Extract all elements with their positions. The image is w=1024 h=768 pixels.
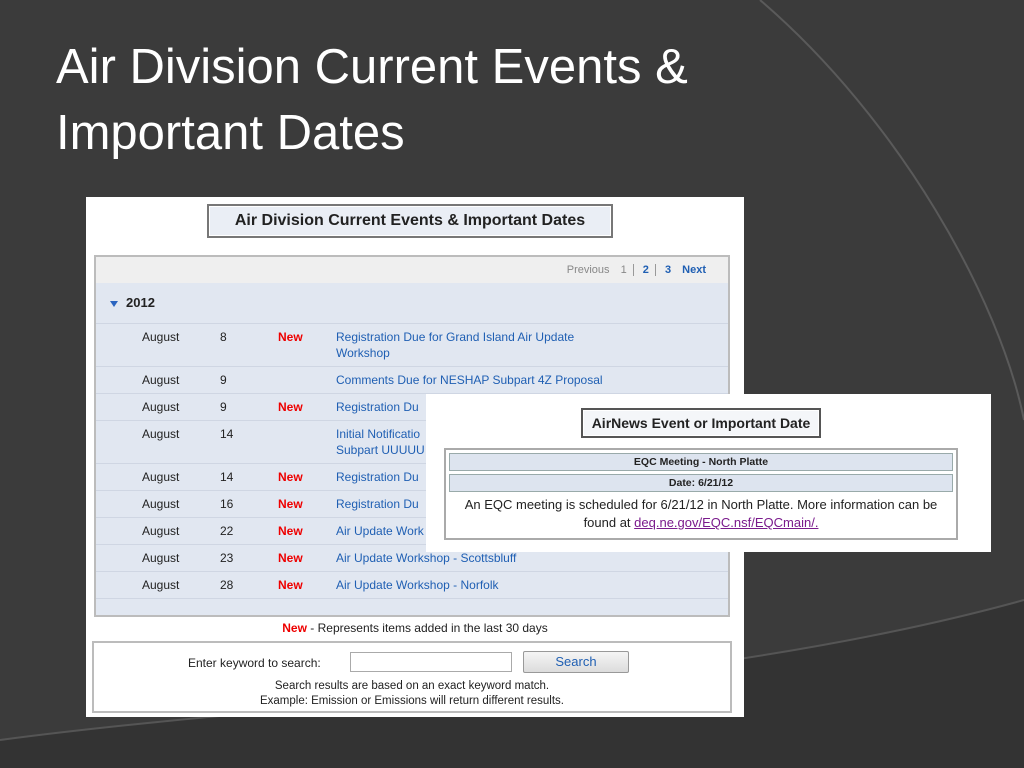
event-link[interactable]: Comments Due for NESHAP Subpart 4Z Propo…: [336, 372, 636, 388]
event-month: August: [142, 400, 180, 414]
new-badge: New: [278, 578, 303, 592]
event-month: August: [142, 524, 180, 538]
event-link[interactable]: Initial Notificatio Subpart UUUUU: [336, 426, 426, 458]
event-day: 22: [220, 524, 234, 538]
event-month: August: [142, 551, 180, 565]
search-note-line1: Search results are based on an exact key…: [274, 680, 550, 692]
event-detail-date: Date: 6/21/12: [449, 474, 953, 492]
event-detail-card: EQC Meeting - North Platte Date: 6/21/12…: [444, 448, 958, 540]
year-label: 2012: [126, 295, 155, 310]
event-link[interactable]: Air Update Workshop - Scottsbluff: [336, 550, 626, 566]
event-day: 23: [220, 551, 234, 565]
search-label: Enter keyword to search:: [188, 656, 321, 670]
event-month: August: [142, 330, 180, 344]
popup-header: AirNews Event or Important Date: [581, 408, 821, 438]
triangle-down-icon: [110, 300, 118, 307]
event-month: August: [142, 497, 180, 511]
slide-title-line1: Air Division Current Events &: [56, 40, 688, 94]
event-day: 9: [220, 400, 227, 414]
event-detail-body: An EQC meeting is scheduled for 6/21/12 …: [449, 496, 953, 532]
search-note: Search results are based on an exact key…: [94, 679, 730, 709]
event-day: 14: [220, 470, 234, 484]
new-badge: New: [278, 551, 303, 565]
slide-title: Air Division Current Events & Important …: [56, 34, 956, 166]
pagination-page-1: 1: [620, 264, 627, 276]
pagination: Previous 1 2 3 Next: [96, 257, 728, 283]
events-page-header: Air Division Current Events & Important …: [207, 204, 613, 238]
event-detail-popup: AirNews Event or Important Date EQC Meet…: [426, 394, 991, 552]
pagination-divider: [654, 264, 656, 277]
event-row: August 8 New Registration Due for Grand …: [96, 324, 728, 367]
event-day: 28: [220, 578, 234, 592]
new-badge: New: [278, 330, 303, 344]
search-note-line2: Example: Emission or Emissions will retu…: [259, 695, 564, 707]
event-detail-title: EQC Meeting - North Platte: [449, 453, 953, 471]
event-day: 8: [220, 330, 227, 344]
pagination-previous[interactable]: Previous: [563, 264, 614, 276]
new-badge: New: [278, 524, 303, 538]
event-month: August: [142, 578, 180, 592]
event-detail-link[interactable]: deq.ne.gov/EQC.nsf/EQCmain/.: [634, 515, 818, 530]
new-legend: New - Represents items added in the last…: [86, 621, 744, 635]
event-link[interactable]: Air Update Workshop - Norfolk: [336, 577, 626, 593]
search-input[interactable]: [350, 652, 512, 672]
pagination-divider: [632, 264, 634, 277]
event-month: August: [142, 470, 180, 484]
event-row: August 28 New Air Update Workshop - Norf…: [96, 572, 728, 599]
pagination-next[interactable]: Next: [678, 264, 710, 276]
event-day: 16: [220, 497, 234, 511]
search-button[interactable]: Search: [523, 651, 629, 673]
event-day: 9: [220, 373, 227, 387]
pagination-page-3[interactable]: 3: [661, 264, 675, 276]
event-row: August 9 Comments Due for NESHAP Subpart…: [96, 367, 728, 394]
pagination-page-2[interactable]: 2: [639, 264, 653, 276]
event-day: 14: [220, 427, 234, 441]
new-badge: New: [278, 497, 303, 511]
event-month: August: [142, 373, 180, 387]
legend-new-label: New: [282, 621, 307, 635]
new-badge: New: [278, 400, 303, 414]
event-link[interactable]: Registration Due for Grand Island Air Up…: [336, 329, 626, 361]
legend-text: - Represents items added in the last 30 …: [306, 621, 548, 635]
search-panel: Enter keyword to search: Search Search r…: [92, 641, 732, 713]
year-group-toggle[interactable]: 2012: [96, 283, 728, 324]
new-badge: New: [278, 470, 303, 484]
event-month: August: [142, 427, 180, 441]
slide-title-line2: Important Dates: [56, 106, 405, 160]
